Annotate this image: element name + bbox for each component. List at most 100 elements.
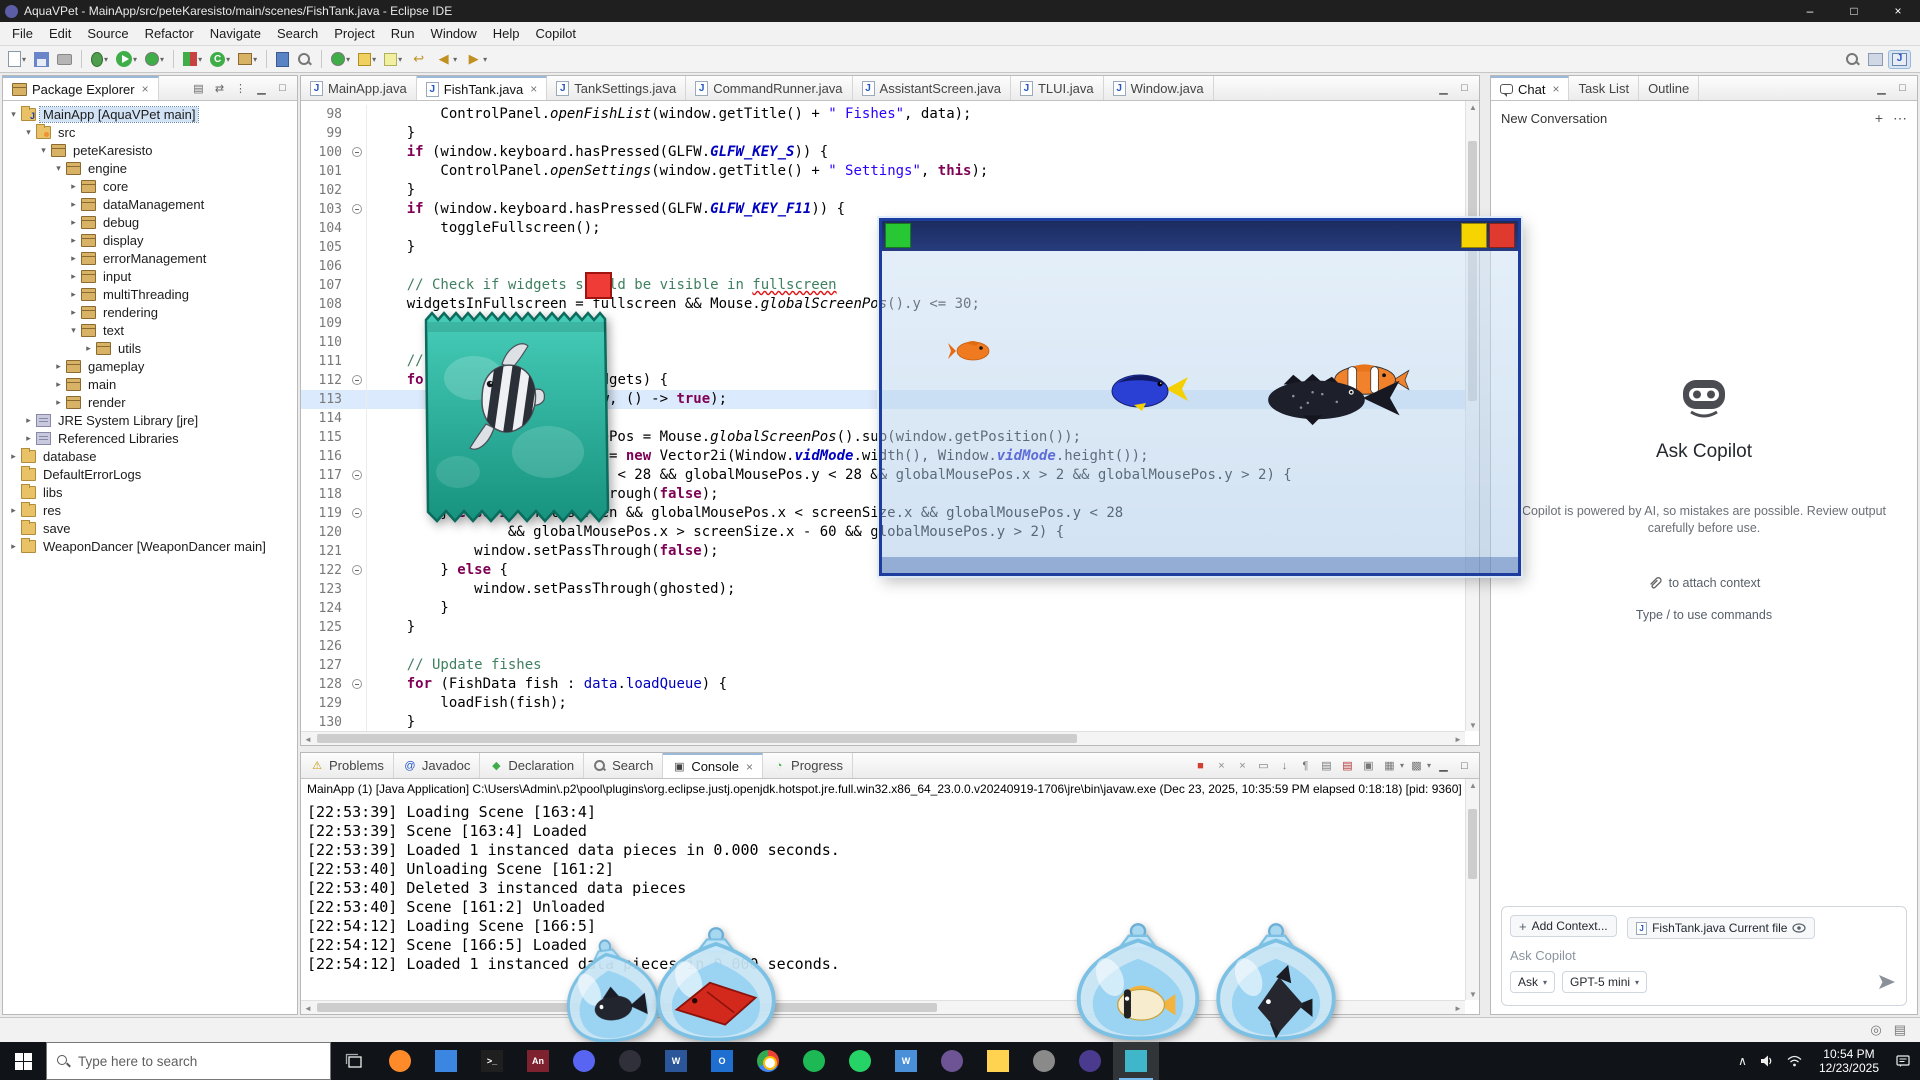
next-annotation-button[interactable]: ▾ bbox=[355, 51, 379, 68]
taskbar-outlook[interactable]: O bbox=[699, 1042, 745, 1080]
tree-item-debug[interactable]: ▸debug bbox=[3, 213, 297, 231]
tree-item-datamanagement[interactable]: ▸dataManagement bbox=[3, 195, 297, 213]
scroll-lock-icon[interactable]: ↓ bbox=[1275, 757, 1294, 775]
scroll-up-icon[interactable]: ▲ bbox=[1466, 779, 1480, 791]
dropdown-arrow-icon[interactable]: ▾ bbox=[22, 55, 26, 64]
dropdown-arrow-icon[interactable]: ▾ bbox=[372, 55, 376, 64]
editor-horizontal-scrollbar[interactable]: ◄ ► bbox=[301, 731, 1465, 745]
fish-tank-overlay-window[interactable] bbox=[879, 218, 1521, 576]
tree-arrow-icon[interactable]: ▸ bbox=[22, 433, 35, 444]
open-console-icon[interactable]: ▩ bbox=[1407, 757, 1426, 775]
code-line-127[interactable]: 127 // Update fishes bbox=[301, 656, 1465, 675]
start-button[interactable] bbox=[0, 1042, 46, 1080]
tree-arrow-icon[interactable]: ▸ bbox=[67, 253, 80, 264]
code-line-128[interactable]: 128 for (FishData fish : data.loadQueue)… bbox=[301, 675, 1465, 694]
code-line-103[interactable]: 103 if (window.keyboard.hasPressed(GLFW.… bbox=[301, 200, 1465, 219]
new-chat-icon[interactable]: + bbox=[1875, 110, 1883, 127]
dropdown-arrow-icon[interactable]: ▾ bbox=[1400, 761, 1404, 770]
dropdown-arrow-icon[interactable]: ▾ bbox=[453, 55, 457, 64]
taskbar-obs-studio[interactable] bbox=[607, 1042, 653, 1080]
tree-arrow-icon[interactable]: ▾ bbox=[67, 325, 80, 336]
scroll-right-icon[interactable]: ► bbox=[1451, 732, 1465, 746]
scrollbar-thumb[interactable] bbox=[1468, 809, 1477, 879]
tree-arrow-icon[interactable]: ▾ bbox=[22, 127, 35, 138]
code-line-130[interactable]: 130 } bbox=[301, 713, 1465, 731]
close-window-button[interactable]: × bbox=[1876, 0, 1920, 22]
packet-red-badge[interactable] bbox=[585, 272, 612, 299]
console-tab-console[interactable]: ▣Console× bbox=[663, 753, 763, 778]
close-tab-icon[interactable]: × bbox=[1552, 82, 1559, 96]
goldfish-sprite[interactable] bbox=[948, 338, 992, 364]
save-button[interactable] bbox=[31, 50, 52, 69]
scroll-left-icon[interactable]: ◄ bbox=[301, 732, 315, 746]
run-button[interactable]: ▾ bbox=[113, 49, 140, 69]
toolbar-search-button[interactable] bbox=[1842, 50, 1863, 69]
tree-item-text[interactable]: ▾text bbox=[3, 321, 297, 339]
new-package-button[interactable]: ▾ bbox=[235, 51, 260, 67]
add-context-button[interactable]: + Add Context... bbox=[1510, 915, 1617, 937]
last-edit-location-button[interactable]: ↩ bbox=[407, 49, 430, 70]
console-tab-javadoc[interactable]: @Javadoc bbox=[394, 753, 480, 778]
display-selected-console-icon[interactable]: ▦ bbox=[1380, 757, 1399, 775]
tab-task-list[interactable]: Task List bbox=[1569, 76, 1639, 100]
tab-chat[interactable]: Chat× bbox=[1491, 76, 1569, 100]
word-wrap-icon[interactable]: ¶ bbox=[1296, 757, 1315, 775]
dropdown-arrow-icon[interactable]: ▾ bbox=[133, 55, 137, 64]
scroll-down-icon[interactable]: ▼ bbox=[1466, 719, 1480, 731]
tree-arrow-icon[interactable]: ▸ bbox=[7, 505, 20, 516]
menu-help[interactable]: Help bbox=[485, 22, 528, 45]
show-on-stderr-icon[interactable]: ▤ bbox=[1338, 757, 1357, 775]
taskbar-photos[interactable] bbox=[423, 1042, 469, 1080]
minimize-window-button[interactable]: – bbox=[1788, 0, 1832, 22]
taskbar-wordpad[interactable]: W bbox=[883, 1042, 929, 1080]
fish-bag-red-fish[interactable] bbox=[640, 926, 792, 1041]
code-line-123[interactable]: 123 window.setPassThrough(ghosted); bbox=[301, 580, 1465, 599]
tree-item-jre[interactable]: ▸JRE System Library [jre] bbox=[3, 411, 297, 429]
tree-arrow-icon[interactable]: ▸ bbox=[67, 199, 80, 210]
menu-source[interactable]: Source bbox=[79, 22, 136, 45]
taskbar-terminal[interactable]: >_ bbox=[469, 1042, 515, 1080]
collapse-all-icon[interactable]: ▤ bbox=[189, 79, 208, 97]
editor-tab-mainapp-java[interactable]: JMainApp.java bbox=[301, 76, 417, 100]
forward-button[interactable]: ▶▾ bbox=[462, 49, 490, 70]
taskbar-github-desktop[interactable] bbox=[929, 1042, 975, 1080]
menu-copilot[interactable]: Copilot bbox=[528, 22, 584, 45]
tree-item-core[interactable]: ▸core bbox=[3, 177, 297, 195]
tree-arrow-icon[interactable]: ▸ bbox=[52, 379, 65, 390]
tree-item-errormanagement[interactable]: ▸errorManagement bbox=[3, 249, 297, 267]
view-menu-icon[interactable]: ⋮ bbox=[231, 79, 250, 97]
taskbar-search-box[interactable]: Type here to search bbox=[46, 1042, 331, 1080]
taskbar-clock[interactable]: 10:54 PM 12/23/2025 bbox=[1815, 1047, 1883, 1075]
close-tab-icon[interactable]: × bbox=[746, 760, 753, 774]
dropdown-arrow-icon[interactable]: ▾ bbox=[226, 55, 230, 64]
code-line-99[interactable]: 99 } bbox=[301, 124, 1465, 143]
console-tab-progress[interactable]: ◔Progress bbox=[763, 753, 853, 778]
minimize-view-icon[interactable]: ▁ bbox=[1872, 79, 1891, 97]
tree-arrow-icon[interactable]: ▸ bbox=[67, 217, 80, 228]
dropdown-arrow-icon[interactable]: ▾ bbox=[198, 55, 202, 64]
dropdown-arrow-icon[interactable]: ▾ bbox=[160, 55, 164, 64]
tank-green-button[interactable] bbox=[885, 223, 911, 248]
copilot-input-placeholder[interactable]: Ask Copilot bbox=[1510, 948, 1898, 963]
taskbar-whatsapp[interactable] bbox=[837, 1042, 883, 1080]
tree-arrow-icon[interactable]: ▾ bbox=[52, 163, 65, 174]
tree-arrow-icon[interactable]: ▸ bbox=[67, 181, 80, 192]
editor-tab-assistantscreen-java[interactable]: JAssistantScreen.java bbox=[853, 76, 1011, 100]
dropdown-arrow-icon[interactable]: ▾ bbox=[398, 55, 402, 64]
taskbar-adobe-animate[interactable]: An bbox=[515, 1042, 561, 1080]
hidden-icons-chevron[interactable]: ∧ bbox=[1738, 1054, 1747, 1068]
menu-search[interactable]: Search bbox=[269, 22, 326, 45]
black-molly-sprite[interactable] bbox=[1252, 369, 1408, 427]
profile-button[interactable]: ▾ bbox=[142, 50, 167, 68]
console-tab-declaration[interactable]: ◆Declaration bbox=[480, 753, 584, 778]
maximize-window-button[interactable]: □ bbox=[1832, 0, 1876, 22]
copilot-status-icon[interactable]: ◎ bbox=[1870, 1022, 1881, 1038]
pin-console-icon[interactable]: ▣ bbox=[1359, 757, 1378, 775]
dropdown-arrow-icon[interactable]: ▾ bbox=[253, 55, 257, 64]
action-center-icon[interactable] bbox=[1896, 1054, 1910, 1068]
tank-yellow-button[interactable] bbox=[1461, 223, 1487, 248]
tree-arrow-icon[interactable]: ▸ bbox=[52, 361, 65, 372]
minimize-view-icon[interactable]: ▁ bbox=[252, 79, 271, 97]
send-button[interactable] bbox=[1876, 971, 1898, 993]
code-line-125[interactable]: 125 } bbox=[301, 618, 1465, 637]
